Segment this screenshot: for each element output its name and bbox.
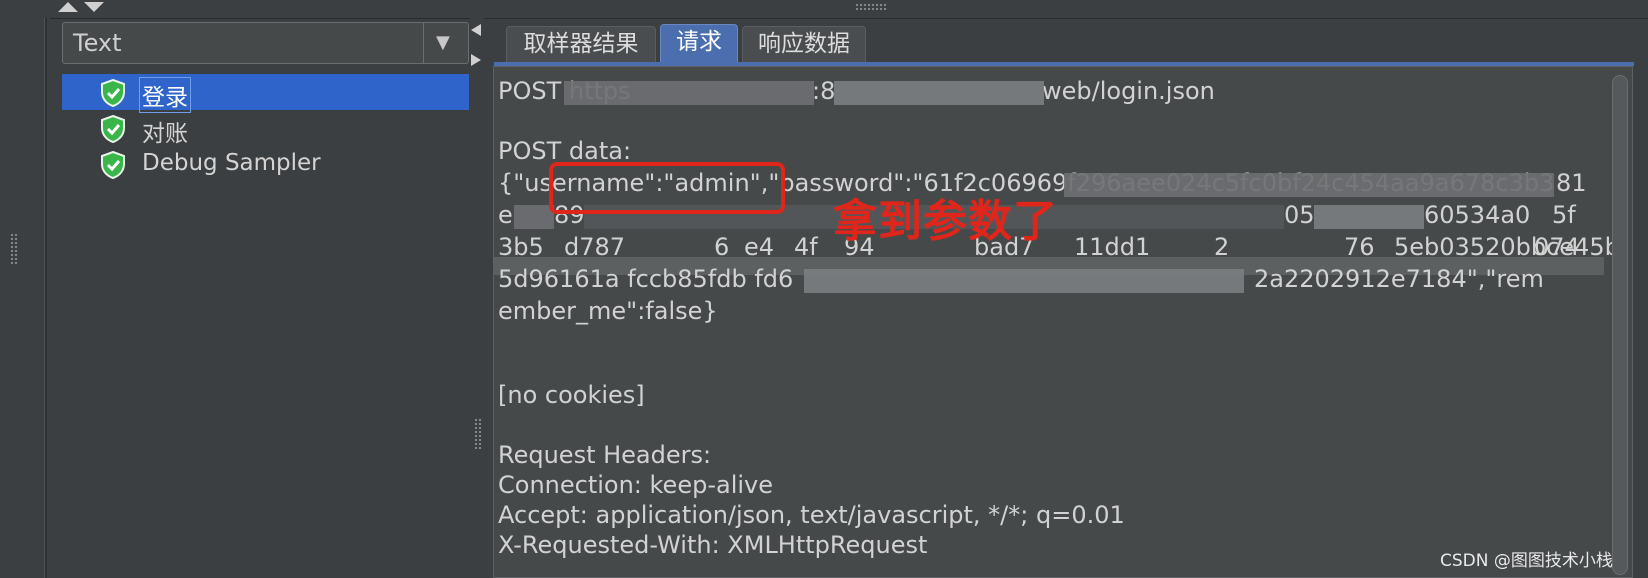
top-toolbar-strip (0, 0, 1648, 19)
json-line: 05 (1284, 201, 1315, 229)
vertical-grip-icon[interactable] (10, 233, 18, 265)
header-line: Connection: keep-alive (498, 471, 773, 499)
json-line: 81 (1556, 169, 1587, 197)
renderer-select-value: Text (73, 29, 122, 57)
json-line: e (498, 201, 513, 229)
results-tree: 登录 对账 Debug Sampler (62, 72, 469, 578)
json-line: 5f (1552, 201, 1576, 229)
left-divider (44, 18, 47, 578)
header-line: X-Requested-With: XMLHttpRequest (498, 531, 928, 559)
post-data-label: POST data: (498, 137, 632, 165)
headers-label: Request Headers: (498, 441, 712, 469)
vertical-scrollbar[interactable] (1610, 75, 1630, 575)
scrollbar-thumb[interactable] (1612, 75, 1628, 575)
watermark: CSDN @图图技术小栈 (1440, 551, 1613, 571)
url-line-part: :8 (812, 77, 836, 105)
success-shield-icon (100, 78, 126, 108)
header-line: Accept: application/json, text/javascrip… (498, 501, 1125, 529)
tree-node-label: 登录 (139, 77, 191, 113)
tree-node-login[interactable]: 登录 (62, 74, 469, 113)
json-line: 60534a0 (1424, 201, 1531, 229)
annotation-highlight-box (549, 162, 785, 214)
renderer-select[interactable]: Text ▼ (62, 22, 469, 64)
collapse-arrows-icon[interactable] (56, 0, 108, 14)
redaction-mosaic (564, 81, 814, 105)
collapse-right-icon[interactable] (470, 54, 482, 66)
horizontal-grip-icon[interactable] (855, 3, 887, 11)
tree-node-debug-sampler[interactable]: Debug Sampler (62, 146, 469, 182)
json-line: ember_me":false} (498, 297, 718, 325)
left-edge-panel (0, 18, 50, 578)
success-shield-icon (100, 114, 126, 144)
tab-request[interactable]: 请求 (660, 24, 738, 62)
redaction-mosaic (514, 205, 554, 229)
triangle-down-icon: ▼ (436, 32, 450, 53)
collapse-left-icon[interactable] (470, 24, 482, 36)
tree-node-reconcile[interactable]: 对账 (62, 110, 469, 147)
tab-response-data[interactable]: 响应数据 (742, 26, 866, 62)
tree-node-label: 对账 (142, 121, 188, 147)
annotation-text: 拿到参数了 (833, 196, 1058, 247)
redaction-mosaic (834, 81, 1044, 105)
url-line-part: web/login.json (1042, 77, 1215, 105)
panel-splitter[interactable] (470, 18, 484, 578)
json-line: 5d96161a fccb85fdb fd6 (498, 265, 794, 293)
redaction-mosaic (1064, 173, 1554, 197)
tab-sampler-result[interactable]: 取样器结果 (506, 26, 656, 62)
renderer-select-button[interactable]: ▼ (423, 23, 468, 63)
redaction-mosaic (1314, 205, 1424, 229)
vertical-grip-icon[interactable] (474, 418, 482, 450)
json-line: 2a2202912e7184","rem (1254, 265, 1544, 293)
tree-node-label: Debug Sampler (142, 150, 321, 176)
request-text-area[interactable]: POST https :8 web/login.json POST data: … (493, 66, 1633, 578)
redaction-mosaic (804, 269, 1244, 293)
success-shield-icon (100, 150, 126, 180)
cookies-line: [no cookies] (498, 381, 645, 409)
